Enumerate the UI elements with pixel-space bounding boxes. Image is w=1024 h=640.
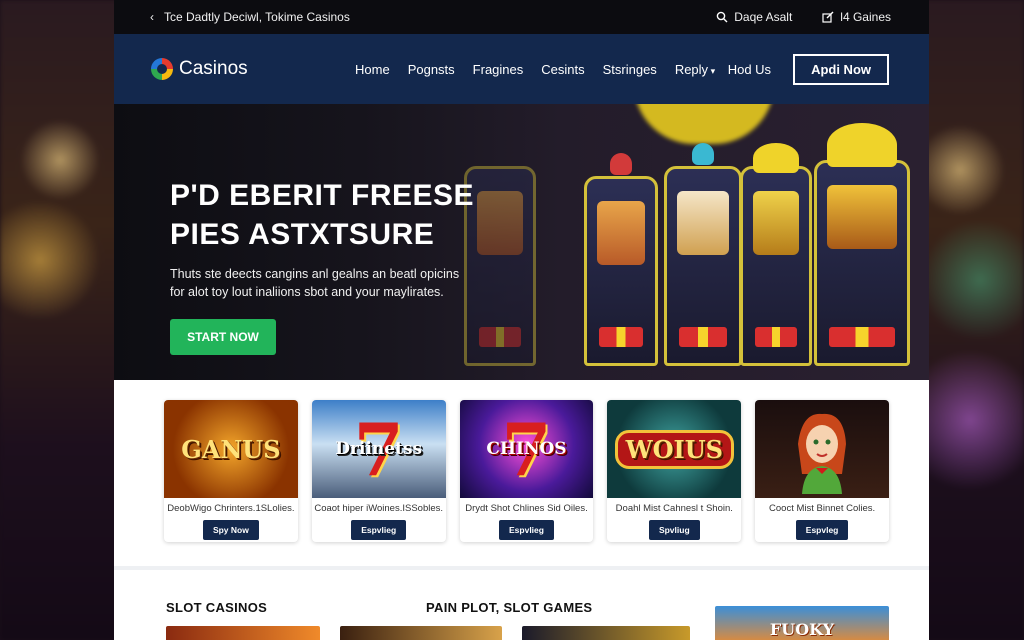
- game-art-text: WOIUS: [614, 429, 734, 469]
- brand-logo[interactable]: Casinos: [151, 58, 341, 80]
- slot-machine-image: [814, 123, 910, 366]
- game-thumbnail[interactable]: WOIUS: [607, 400, 742, 498]
- brand-name: Casinos: [179, 58, 248, 79]
- game-cards: GANUS DeobWigo Chrinters.1SLolies. Spy N…: [114, 380, 929, 566]
- slot-machine-image: [740, 143, 812, 366]
- game-description: DeobWigo Chrinters.1SLolies.: [167, 503, 295, 514]
- chevron-left-icon[interactable]: ‹: [150, 10, 154, 24]
- page: ‹ Tce Dadtly Deciwl, Tokime Casinos Daqe…: [114, 0, 929, 640]
- game-art-text: CHINOS: [486, 439, 567, 459]
- chevron-down-icon: ▾: [708, 65, 716, 76]
- game-thumbnail[interactable]: GANUS: [164, 400, 298, 498]
- account-link[interactable]: l4 Gaines: [822, 10, 891, 24]
- hero-subtitle: Thuts ste deects cangins anl gealns an b…: [170, 267, 460, 299]
- section-title-slot-games: PAIN PLOT, SLOT GAMES: [426, 600, 593, 615]
- game-description: Coaot hiper iWoines.ISSobles.: [314, 503, 444, 514]
- play-button[interactable]: Espvlieg: [351, 520, 407, 540]
- topbar-left: ‹ Tce Dadtly Deciwl, Tokime Casinos: [150, 10, 350, 24]
- hero-title-line-2: PIES ASTXTSURE: [170, 218, 435, 251]
- game-description: Cooct Mist Binnet Colies.: [769, 503, 876, 514]
- nav-item-stsringes[interactable]: Stsringes: [603, 62, 657, 77]
- play-button[interactable]: Espvleg: [795, 520, 849, 540]
- nav-right: Hod Us Apdi Now: [728, 53, 889, 85]
- game-thumbnail[interactable]: 7 CHINOS: [459, 400, 594, 498]
- slot-machine-image: [664, 143, 742, 366]
- game-description: Drydt Shot Chlines Sid Oiles.: [465, 503, 588, 514]
- hero-title-line-1: P'D EBERIT FREESE: [170, 179, 475, 212]
- edit-icon: [822, 11, 834, 23]
- start-now-button[interactable]: START NOW: [170, 319, 276, 355]
- account-label: l4 Gaines: [840, 10, 891, 24]
- slot-machine-image: [464, 166, 536, 366]
- hero-banner: P'D EBERIT FREESE PIES ASTXTSURE Thuts s…: [114, 104, 929, 380]
- game-card[interactable]: Cooct Mist Binnet Colies. Espvleg: [755, 400, 889, 542]
- search-icon: [716, 11, 728, 23]
- game-card[interactable]: 7 Driinetss Coaot hiper iWoines.ISSobles…: [311, 400, 446, 542]
- character-illustration-icon: [798, 413, 847, 494]
- lower-section: SLOT CASINOS PAIN PLOT, SLOT GAMES FUOKY: [114, 566, 929, 640]
- featured-game-card[interactable]: FUOKY: [715, 606, 889, 640]
- hero-title: P'D EBERIT FREESE PIES ASTXTSURE: [170, 176, 474, 254]
- game-thumbnail[interactable]: [755, 400, 889, 498]
- nav-item-reply-label: Reply: [674, 61, 709, 77]
- section-title-slot-casinos: SLOT CASINOS: [166, 600, 268, 615]
- play-button[interactable]: Espvlieg: [499, 520, 554, 540]
- game-card[interactable]: WOIUS Doahl Mist Cahnesl t Shoin. Spvliu…: [607, 400, 742, 542]
- nav-item-fragines[interactable]: Fragines: [473, 62, 524, 77]
- top-utility-bar: ‹ Tce Dadtly Deciwl, Tokime Casinos Daqe…: [114, 0, 929, 34]
- game-art-text: GANUS: [181, 434, 281, 464]
- main-nav: Casinos Home Pognsts Fragines Cesints St…: [114, 34, 929, 104]
- nav-item-reply[interactable]: Reply ▾: [675, 62, 715, 77]
- nav-item-home[interactable]: Home: [355, 62, 390, 77]
- game-thumbnail[interactable]: [340, 626, 502, 640]
- topbar-tagline: Tce Dadtly Deciwl, Tokime Casinos: [164, 10, 350, 24]
- lamp-glow: [634, 104, 774, 144]
- brand-logo-icon: [151, 58, 173, 80]
- game-card[interactable]: 7 CHINOS Drydt Shot Chlines Sid Oiles. E…: [459, 400, 594, 542]
- topbar-right: Daqe Asalt l4 Gaines: [716, 10, 891, 24]
- featured-game-art-text: FUOKY: [769, 620, 835, 639]
- apply-now-button[interactable]: Apdi Now: [793, 53, 889, 85]
- game-art-text: Driinetss: [335, 439, 423, 459]
- nav-item-pognsts[interactable]: Pognsts: [408, 62, 455, 77]
- slot-machine-image: [584, 153, 658, 366]
- nav-menu: Home Pognsts Fragines Cesints Stsringes …: [355, 62, 715, 77]
- game-thumbnail[interactable]: [522, 626, 690, 640]
- help-link[interactable]: Hod Us: [728, 62, 771, 77]
- game-description: Doahl Mist Cahnesl t Shoin.: [615, 503, 733, 514]
- nav-item-cesints[interactable]: Cesints: [541, 62, 584, 77]
- play-button[interactable]: Spy Now: [202, 520, 259, 540]
- search-link[interactable]: Daqe Asalt: [716, 10, 792, 24]
- game-thumbnail[interactable]: 7 Driinetss: [311, 400, 446, 498]
- game-thumbnail[interactable]: [166, 626, 320, 640]
- game-card[interactable]: GANUS DeobWigo Chrinters.1SLolies. Spy N…: [164, 400, 298, 542]
- play-button[interactable]: Spvliug: [648, 520, 700, 540]
- search-label: Daqe Asalt: [734, 10, 793, 24]
